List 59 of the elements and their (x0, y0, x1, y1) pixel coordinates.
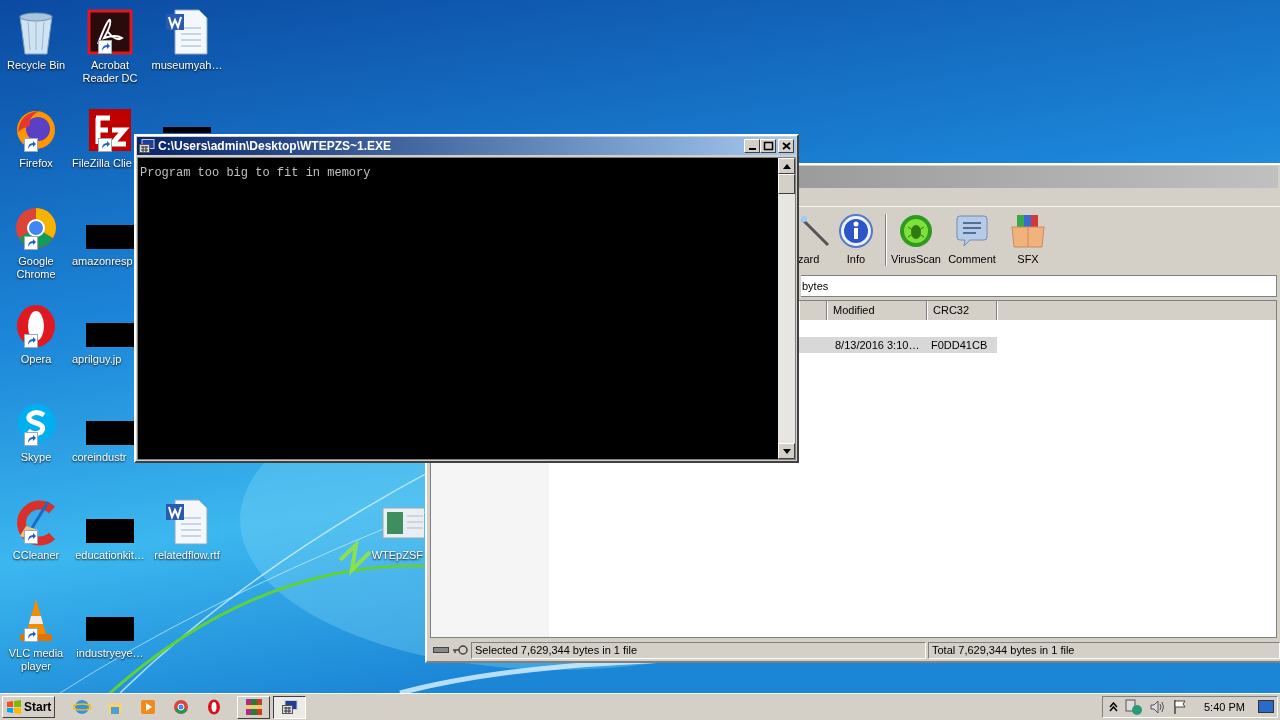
icon-label[interactable]: FileZilla Clie (72, 157, 132, 170)
icon-label[interactable]: museumyah… (149, 59, 225, 72)
column-header[interactable]: Modified (827, 301, 927, 320)
swirl-logo-icon[interactable] (86, 8, 134, 56)
icon-label[interactable]: aprilguy.jp (72, 353, 122, 366)
toolbar-button[interactable]: zard (798, 209, 828, 270)
toolbar-button[interactable]: SFX (1000, 209, 1056, 270)
table-cell-text: F0DD41CB (930, 337, 989, 353)
console-icon (139, 139, 155, 153)
clock[interactable]: 5:40 PM (1204, 698, 1245, 716)
address-field[interactable]: bytes (801, 275, 1277, 297)
image-thumbnail[interactable] (86, 225, 134, 249)
stacked-books-icon (244, 698, 263, 716)
start-button[interactable]: Start (2, 696, 56, 718)
image-thumbnail[interactable] (86, 519, 134, 543)
status-text: Total 7,629,344 bytes in 1 file (928, 641, 1280, 659)
status-text: Selected 7,629,344 bytes in 1 file (471, 641, 926, 659)
column-header[interactable]: CRC32 (927, 301, 997, 320)
console-icon (281, 700, 298, 714)
icon-label[interactable]: amazonresp (72, 255, 133, 268)
maximize-button[interactable] (760, 139, 776, 153)
document-icon[interactable] (163, 8, 211, 56)
icon-label[interactable]: Firefox (0, 157, 74, 170)
toolbar-button[interactable]: Comment (944, 209, 1000, 270)
icon-label[interactable]: Acrobat Reader DC (72, 59, 148, 85)
maximize-icon (761, 140, 775, 152)
flag-icon[interactable] (1173, 699, 1187, 715)
console-output: Program too big to fit in memory (140, 166, 371, 180)
icon-label[interactable]: Recycle Bin (0, 59, 74, 72)
minimize-button[interactable] (744, 139, 760, 153)
window-title: C:\Users\admin\Desktop\WTEPZS~1.EXE (158, 139, 392, 153)
show-desktop-icon[interactable] (1258, 700, 1274, 714)
volume-icon[interactable] (1150, 699, 1166, 715)
scroll-down-icon[interactable] (782, 448, 791, 454)
file-row[interactable]: 8/13/2016 3:10… F0DD41CB (798, 337, 997, 353)
document-icon[interactable] (163, 498, 211, 546)
task-button[interactable] (273, 695, 307, 719)
scroll-up-icon[interactable] (782, 163, 791, 169)
browser-logo-icon[interactable] (172, 698, 191, 716)
drive-icon (433, 646, 449, 654)
image-thumbnail[interactable] (86, 323, 134, 347)
close-button[interactable] (778, 139, 794, 153)
info-icon (838, 213, 874, 249)
toolbar-button[interactable]: Info (828, 209, 884, 270)
app-logo-icon[interactable] (86, 106, 134, 154)
scroll-thumb[interactable] (778, 174, 795, 194)
package-icon (1010, 213, 1046, 249)
key-icon (452, 645, 468, 655)
image-thumbnail[interactable] (86, 617, 134, 641)
windows-logo-icon (6, 700, 22, 714)
scrollbar[interactable] (778, 158, 795, 459)
toolbar-button[interactable]: VirusScan (888, 209, 944, 270)
chevron-up-icon[interactable] (1109, 702, 1118, 712)
network-icon[interactable] (1125, 699, 1143, 715)
bug-icon (898, 213, 934, 249)
table-cell-text: 8/13/2016 3:10… (834, 337, 921, 353)
minimize-icon (748, 148, 756, 150)
speech-bubble-icon (954, 213, 990, 249)
image-thumbnail[interactable] (86, 421, 134, 445)
